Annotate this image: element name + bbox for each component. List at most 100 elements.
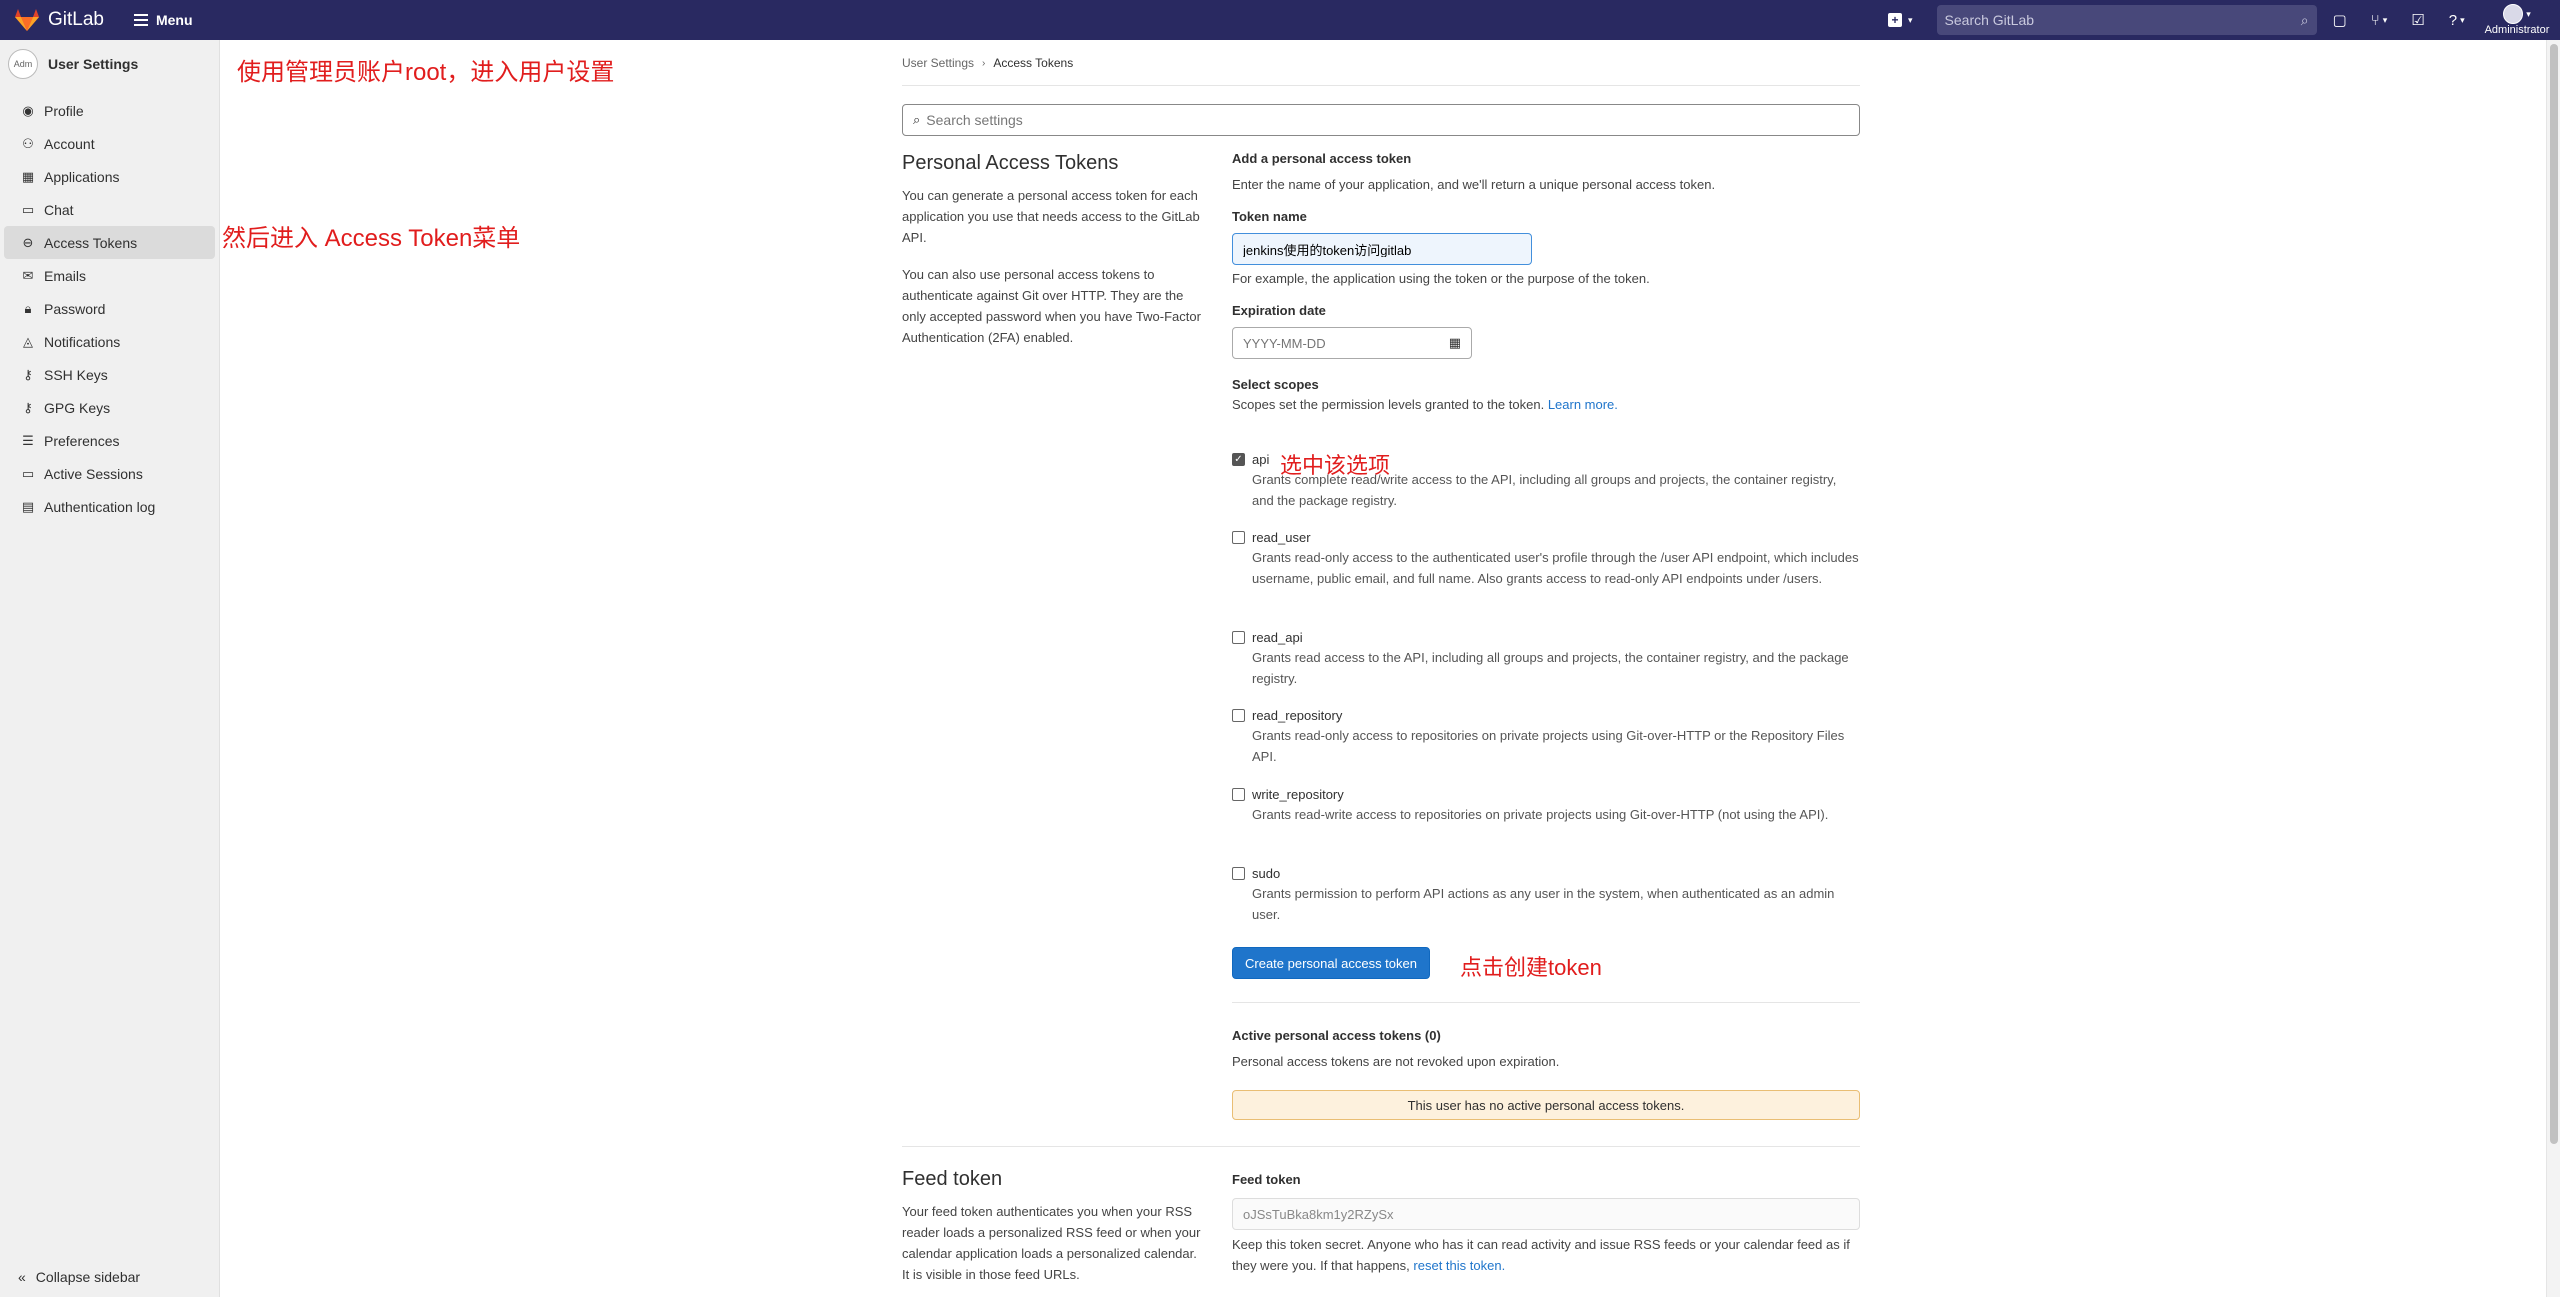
scope-name[interactable]: read_repository: [1252, 708, 1342, 723]
search-settings[interactable]: ⌕: [902, 104, 1860, 136]
sidebar-header[interactable]: Adm User Settings: [0, 40, 219, 88]
user-menu[interactable]: ▾ Administrator: [2485, 4, 2549, 36]
sidebar-item-active-sessions[interactable]: ▭ Active Sessions: [4, 457, 215, 490]
sidebar-item-gpg-keys[interactable]: ⚷ GPG Keys: [4, 391, 215, 424]
scope-description: Grants read-only access to the authentic…: [1252, 550, 1859, 586]
log-icon: ▤: [21, 498, 35, 514]
help-icon[interactable]: ? ▾: [2449, 12, 2465, 29]
bell-icon: ◬: [23, 333, 33, 349]
scope-description: Grants read access to the API, including…: [1252, 650, 1849, 686]
scope-name[interactable]: write_repository: [1252, 787, 1344, 802]
select-scopes-label: Select scopes: [1232, 377, 1319, 392]
feed-token-form: Feed token: [1232, 1172, 1860, 1187]
page-scrollbar[interactable]: [2546, 40, 2560, 1297]
sidebar-nav: ◉ Profile ⚇ Account ▦ Applications ▭ Chat ⊖ Acces…: [0, 94, 219, 523]
chevron-right-icon: ›: [982, 57, 986, 69]
reset-token-link[interactable]: reset this token.: [1413, 1258, 1505, 1273]
scope-checkbox[interactable]: [1232, 631, 1245, 644]
sidebar-item-label: GPG Keys: [44, 399, 111, 416]
global-search[interactable]: ⌕: [1936, 5, 2317, 35]
menu-button[interactable]: Menu: [133, 12, 193, 28]
calendar-icon[interactable]: ▦: [1449, 335, 1461, 351]
expiration-date-field[interactable]: ▦: [1232, 327, 1472, 359]
feed-token-help: Keep this token secret. Anyone who has i…: [1232, 1234, 1860, 1276]
scope-description: Grants read-only access to repositories …: [1252, 728, 1845, 764]
sidebar-item-applications[interactable]: ▦ Applications: [4, 160, 215, 193]
sidebar-item-label: Emails: [44, 267, 87, 284]
merge-requests-icon[interactable]: ⑂ ▾: [2371, 12, 2388, 29]
pat-description: Personal Access Tokens You can generate …: [902, 152, 1202, 348]
token-icon: ⊖: [22, 234, 34, 250]
sidebar-item-label: Active Sessions: [44, 465, 143, 482]
chevron-down-icon: ▾: [2526, 8, 2531, 19]
breadcrumb: User Settings › Access Tokens: [902, 56, 1073, 70]
search-settings-input[interactable]: [926, 112, 1859, 128]
sidebar-item-access-tokens[interactable]: ⊖ Access Tokens: [4, 226, 215, 259]
pat-desc-2: You can also use personal access tokens …: [902, 267, 1201, 345]
global-search-input[interactable]: [1944, 12, 2301, 28]
account-icon: ⚇: [22, 135, 34, 151]
sidebar-item-label: Profile: [44, 102, 84, 119]
scope-name[interactable]: read_api: [1252, 630, 1303, 645]
avatar: [2503, 4, 2524, 24]
sidebar-item-password[interactable]: 🔒︎ Password: [4, 292, 215, 325]
sidebar-item-preferences[interactable]: ☰ Preferences: [4, 424, 215, 457]
token-name-input[interactable]: [1243, 241, 1521, 257]
add-token-form: Add a personal access token Enter the na…: [1232, 151, 1860, 415]
scrollbar-thumb[interactable]: [2550, 44, 2558, 1144]
sidebar-item-emails[interactable]: ✉ Emails: [4, 259, 215, 292]
expiration-date-input[interactable]: [1243, 335, 1449, 351]
scope-checkbox[interactable]: [1232, 709, 1245, 722]
sidebar-item-label: SSH Keys: [44, 366, 108, 383]
breadcrumb-user-settings[interactable]: User Settings: [902, 56, 974, 70]
search-icon: ⌕: [2300, 11, 2309, 28]
form-intro: Enter the name of your application, and …: [1232, 177, 1716, 192]
active-tokens-subtext: Personal access tokens are not revoked u…: [1232, 1054, 1560, 1069]
annotation-enter-user-settings: 使用管理员账户root，进入用户设置: [237, 59, 615, 86]
sidebar-avatar: Adm: [8, 49, 38, 79]
collapse-sidebar-button[interactable]: « Collapse sidebar: [0, 1269, 140, 1285]
scope-name[interactable]: sudo: [1252, 866, 1280, 881]
scope-checkbox[interactable]: ✓: [1232, 453, 1245, 466]
sidebar-item-ssh-keys[interactable]: ⚷ SSH Keys: [4, 358, 215, 391]
sidebar-item-label: Chat: [44, 201, 74, 218]
sidebar-item-profile[interactable]: ◉ Profile: [4, 94, 215, 127]
sidebar-item-account[interactable]: ⚇ Account: [4, 127, 215, 160]
annotation-click-create: 点击创建token: [1460, 955, 1602, 980]
double-chevron-left-icon: «: [18, 1269, 26, 1285]
sidebar-item-label: Account: [44, 135, 95, 152]
sidebar-item-chat[interactable]: ▭ Chat: [4, 193, 215, 226]
scope-checkbox[interactable]: [1232, 788, 1245, 801]
scope-name[interactable]: api: [1252, 452, 1269, 467]
scope-write_repository: write_repository Grants read-write access…: [1232, 787, 1860, 825]
scope-checkbox[interactable]: [1232, 867, 1245, 880]
sidebar-item-notifications[interactable]: ◬ Notifications: [4, 325, 215, 358]
empty-tokens-notice: This user has no active personal access …: [1232, 1090, 1860, 1120]
learn-more-link[interactable]: Learn more.: [1548, 397, 1618, 412]
feed-token-label: Feed token: [1232, 1172, 1301, 1187]
new-dropdown-button[interactable]: + ▾: [1888, 13, 1913, 27]
token-name-field[interactable]: [1232, 233, 1532, 265]
gitlab-logo[interactable]: GitLab: [14, 8, 104, 32]
create-token-button[interactable]: Create personal access token: [1232, 947, 1430, 979]
feed-token-field[interactable]: oJSsTuBka8km1y2RZySx: [1232, 1198, 1860, 1230]
chevron-down-icon: ▾: [1908, 14, 1913, 25]
feed-token-description: Feed token Your feed token authenticates…: [902, 1168, 1202, 1285]
scope-description: Grants read-write access to repositories…: [1252, 807, 1829, 822]
gitlab-tanuki-icon: [15, 9, 39, 31]
sidebar-item-label: Preferences: [44, 432, 120, 449]
scopes-help: Scopes set the permission levels granted…: [1232, 394, 1860, 415]
scope-name[interactable]: read_user: [1252, 530, 1311, 545]
todos-icon[interactable]: ☑: [2411, 11, 2424, 29]
breadcrumb-access-tokens[interactable]: Access Tokens: [993, 56, 1073, 70]
issues-icon[interactable]: ▢: [2333, 11, 2347, 29]
form-heading: Add a personal access token: [1232, 151, 1412, 166]
sidebar-title: User Settings: [48, 56, 139, 72]
sidebar-item-authentication-log[interactable]: ▤ Authentication log: [4, 490, 215, 523]
scope-api: ✓ api Grants complete read/write access to…: [1232, 452, 1860, 511]
scope-description: Grants complete read/write access to the…: [1252, 472, 1837, 508]
feed-token-title: Feed token: [902, 1168, 1003, 1190]
scope-checkbox[interactable]: [1232, 531, 1245, 544]
preferences-icon: ☰: [22, 432, 34, 448]
scope-sudo: sudo Grants permission to perform API act…: [1232, 866, 1860, 925]
